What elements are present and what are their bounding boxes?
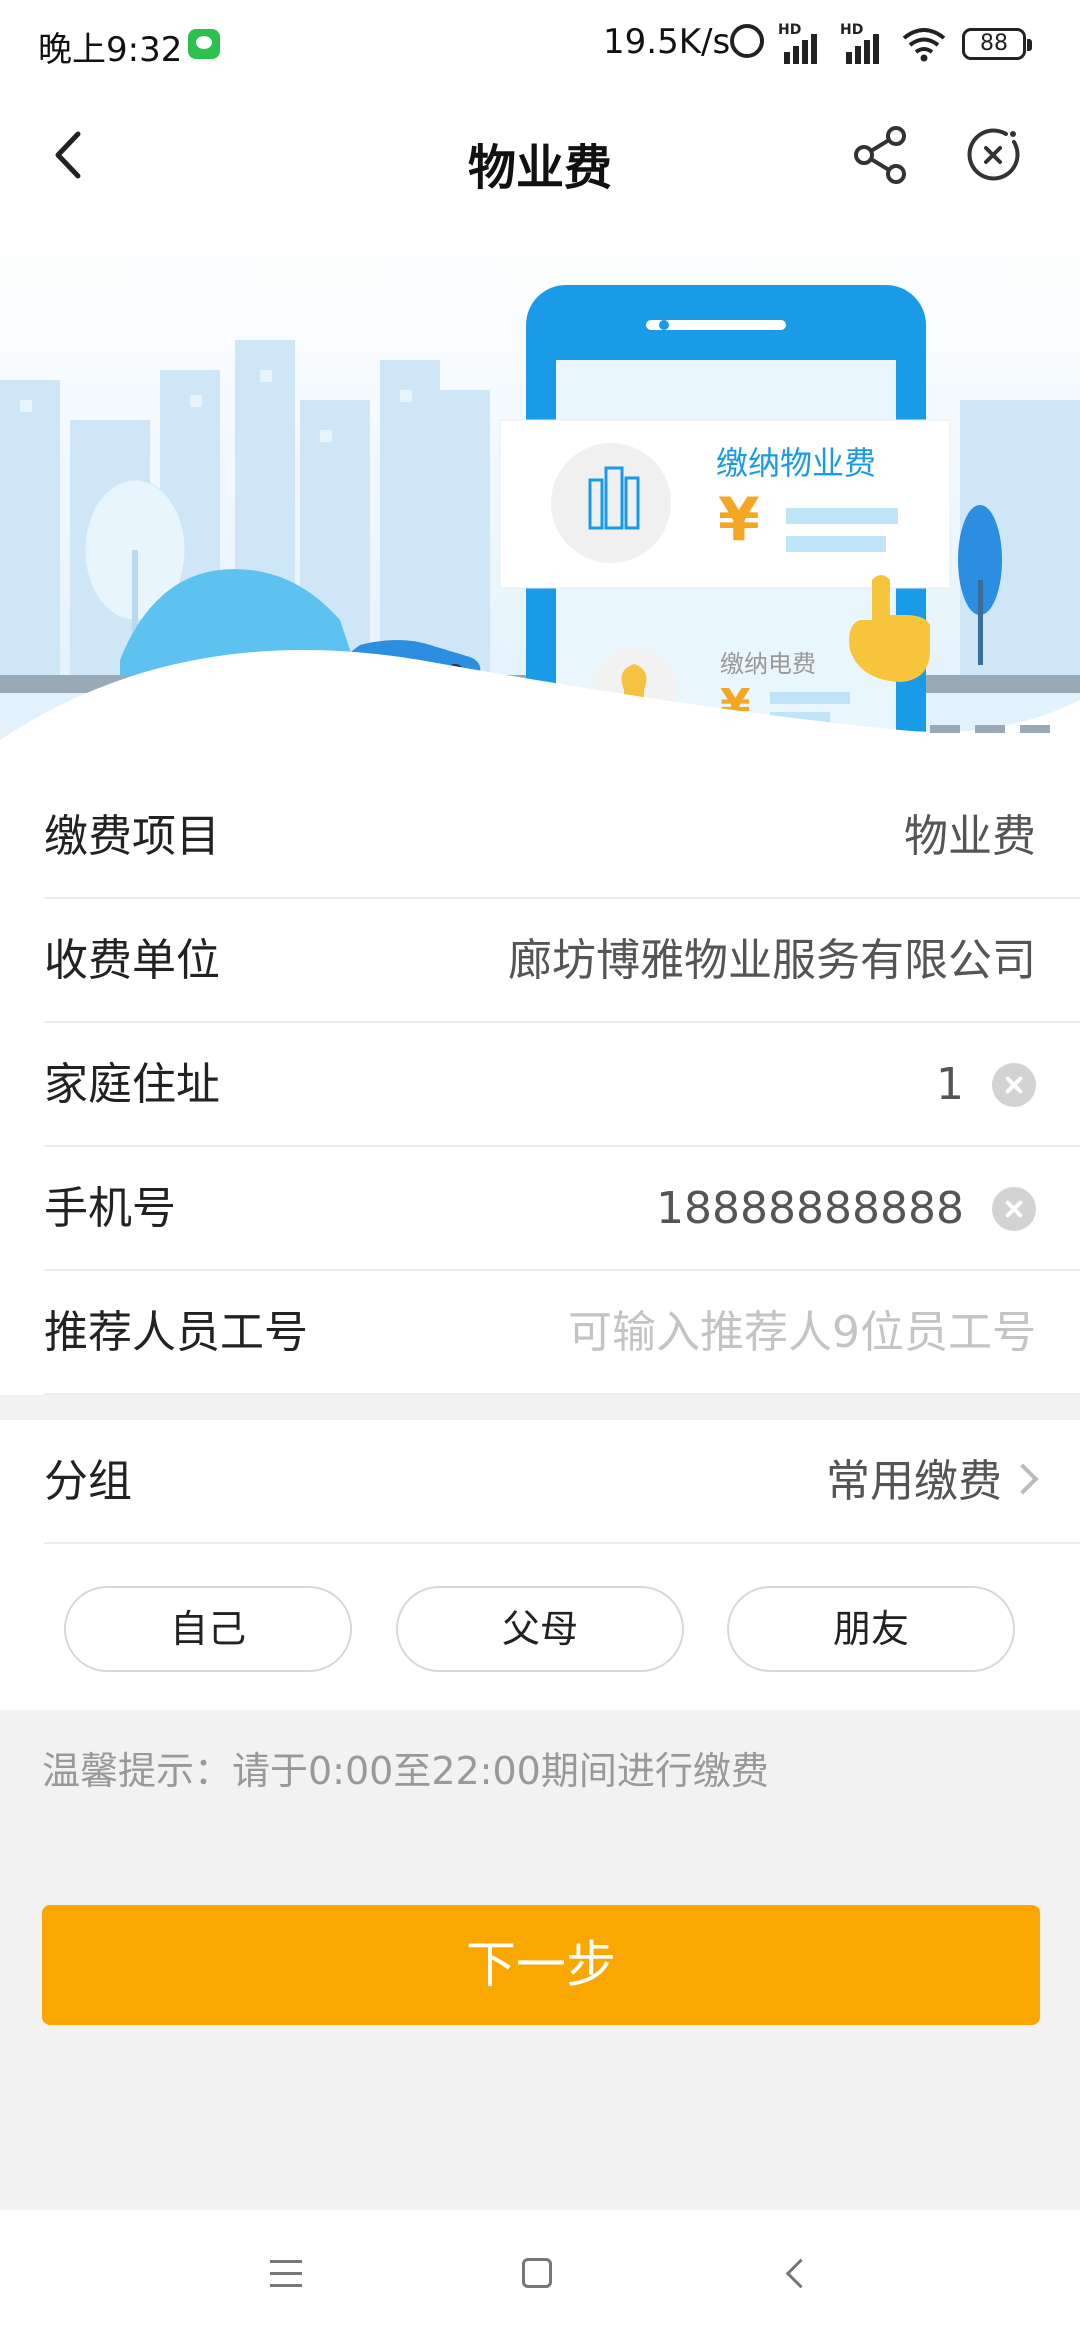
signal-icon: HD [778, 22, 822, 64]
form-label: 推荐人员工号 [44, 1307, 308, 1358]
nav-header: 物业费 [0, 90, 1080, 220]
form-row-payee: 收费单位 廊坊博雅物业服务有限公司 [0, 899, 1080, 1023]
banner-illustration: 缴纳电费 ¥ 缴纳物业费 ¥ [0, 220, 1080, 775]
clear-icon[interactable] [992, 1063, 1036, 1107]
banner-graphic: 缴纳电费 ¥ 缴纳物业费 ¥ [0, 220, 1080, 775]
wifi-icon [902, 28, 946, 62]
status-time: 晚上9:32 [38, 30, 183, 70]
group-chip-self[interactable]: 自己 [64, 1586, 352, 1672]
share-icon[interactable] [846, 120, 916, 190]
form-label: 家庭住址 [44, 1059, 220, 1110]
banner-card-currency: ¥ [718, 485, 760, 555]
home-icon[interactable] [522, 2258, 552, 2288]
payment-tip: 温馨提示：请于0:00至22:00期间进行缴费 [42, 1749, 769, 1793]
network-speed: 19.5K/s [603, 22, 731, 62]
alarm-icon [730, 24, 764, 58]
group-selector[interactable]: 分组 常用缴费 [0, 1420, 1080, 1544]
form-row-address: 家庭住址 1 [0, 1023, 1080, 1147]
referrer-id-input[interactable]: 可输入推荐人9位员工号 [568, 1271, 1036, 1395]
group-value: 常用缴费 [826, 1456, 1002, 1507]
system-back-icon[interactable] [785, 2258, 816, 2289]
form-value: 廊坊博雅物业服务有限公司 [508, 935, 1036, 986]
group-chip-parents[interactable]: 父母 [396, 1586, 684, 1672]
banner-card2-title: 缴纳电费 [720, 650, 816, 678]
form-row-referrer: 推荐人员工号 可输入推荐人9位员工号 [0, 1271, 1080, 1395]
chevron-right-icon [1007, 1463, 1039, 1495]
battery-icon: 88 [962, 28, 1032, 60]
signal-icon-2: HD [840, 22, 884, 64]
phone-input[interactable]: 18888888888 [656, 1147, 964, 1271]
form-row-phone: 手机号 18888888888 [0, 1147, 1080, 1271]
menu-icon[interactable] [270, 2260, 302, 2288]
group-label: 分组 [44, 1456, 132, 1507]
next-step-button[interactable]: 下一步 [42, 1905, 1040, 2025]
form-label: 缴费项目 [44, 811, 220, 862]
divider [44, 1542, 1080, 1544]
address-input[interactable]: 1 [936, 1023, 964, 1147]
form-row-item: 缴费项目 物业费 [0, 775, 1080, 899]
form-label: 收费单位 [44, 935, 220, 986]
payment-form: 缴费项目 物业费 收费单位 廊坊博雅物业服务有限公司 家庭住址 1 手机号 18… [0, 775, 1080, 1395]
divider [44, 1393, 1080, 1395]
clear-icon[interactable] [992, 1187, 1036, 1231]
status-bar: 晚上9:32 19.5K/s HD HD 88 [0, 0, 1080, 90]
page-title: 物业费 [467, 140, 612, 196]
wechat-notification-icon [188, 29, 220, 59]
close-mini-program-icon[interactable] [958, 120, 1028, 190]
group-section: 分组 常用缴费 自己 父母 朋友 [0, 1420, 1080, 1710]
form-label: 手机号 [44, 1183, 176, 1234]
banner-card-title: 缴纳物业费 [716, 444, 876, 482]
form-value: 物业费 [904, 811, 1036, 862]
system-nav-bar [0, 2210, 1080, 2340]
group-chip-friends[interactable]: 朋友 [727, 1586, 1015, 1672]
